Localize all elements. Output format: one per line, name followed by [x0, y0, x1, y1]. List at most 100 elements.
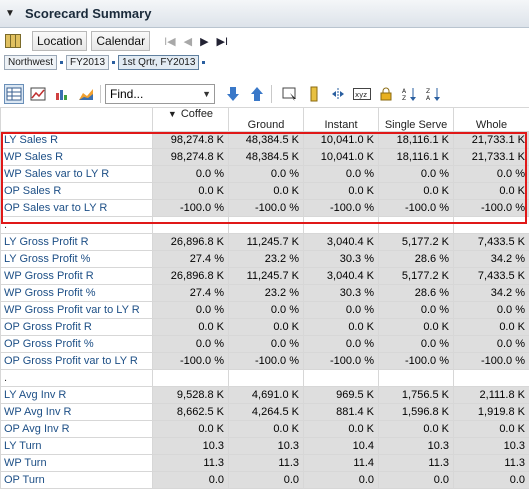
row-label[interactable]: LY Avg Inv R: [0, 386, 153, 404]
table-cell[interactable]: 0.0 K: [378, 420, 454, 438]
column-header-ground[interactable]: Ground: [228, 107, 304, 132]
table-cell[interactable]: 4,691.0 K: [228, 386, 304, 404]
row-label[interactable]: OP Turn: [0, 471, 153, 489]
table-cell[interactable]: 26,896.8 K: [152, 233, 229, 251]
row-label[interactable]: OP Gross Profit R: [0, 318, 153, 336]
column-header-coffee[interactable]: ▼ Coffee: [152, 107, 229, 132]
table-cell[interactable]: 28.6 %: [378, 250, 454, 268]
table-cell[interactable]: 11.4: [303, 454, 379, 472]
table-cell[interactable]: 27.4 %: [152, 284, 229, 302]
table-cell[interactable]: 0.0 %: [303, 335, 379, 353]
line-chart-icon[interactable]: [28, 84, 48, 104]
row-label[interactable]: WP Gross Profit %: [0, 284, 153, 302]
table-cell[interactable]: 969.5 K: [303, 386, 379, 404]
table-cell[interactable]: 23.2 %: [228, 284, 304, 302]
table-cell[interactable]: 0.0: [152, 471, 229, 489]
table-cell[interactable]: 10.3: [228, 437, 304, 455]
table-cell[interactable]: 0.0 K: [152, 318, 229, 336]
collapse-chevron-icon[interactable]: ▼: [168, 109, 177, 119]
table-cell[interactable]: -100.0 %: [378, 352, 454, 370]
table-cell[interactable]: -100.0 %: [152, 352, 229, 370]
table-cell[interactable]: 0.0: [453, 471, 529, 489]
breadcrumb-item-year[interactable]: FY2013: [66, 55, 110, 70]
row-label[interactable]: OP Gross Profit %: [0, 335, 153, 353]
lock-icon[interactable]: [376, 84, 396, 104]
find-input[interactable]: Find... ▼: [105, 84, 215, 104]
table-cell[interactable]: 0.0 %: [378, 335, 454, 353]
arrow-down-icon[interactable]: [223, 84, 243, 104]
table-cell[interactable]: 0.0 K: [228, 318, 304, 336]
table-cell[interactable]: 28.6 %: [378, 284, 454, 302]
table-cell[interactable]: 0.0 K: [378, 318, 454, 336]
table-cell[interactable]: 881.4 K: [303, 403, 379, 421]
table-cell[interactable]: 30.3 %: [303, 250, 379, 268]
first-page-icon[interactable]: I◀: [164, 35, 176, 48]
table-cell[interactable]: 0.0 %: [228, 301, 304, 319]
table-cell[interactable]: 4,264.5 K: [228, 403, 304, 421]
table-cell[interactable]: 34.2 %: [453, 284, 529, 302]
table-cell[interactable]: 0.0 %: [453, 301, 529, 319]
table-cell[interactable]: 0.0: [303, 471, 379, 489]
table-cell[interactable]: 0.0 %: [303, 301, 379, 319]
column-header-whole[interactable]: Whole: [453, 107, 529, 132]
table-cell[interactable]: 1,919.8 K: [453, 403, 529, 421]
table-cell[interactable]: 34.2 %: [453, 250, 529, 268]
sort-ascending-icon[interactable]: AZ: [400, 84, 420, 104]
table-cell[interactable]: 10.3: [378, 437, 454, 455]
row-label[interactable]: LY Turn: [0, 437, 153, 455]
row-label[interactable]: WP Avg Inv R: [0, 403, 153, 421]
table-cell[interactable]: 26,896.8 K: [152, 267, 229, 285]
bar-chart-icon[interactable]: [52, 84, 72, 104]
table-cell[interactable]: 0.0 K: [228, 420, 304, 438]
table-cell[interactable]: 0.0 K: [453, 420, 529, 438]
table-cell[interactable]: 0.0 K: [303, 420, 379, 438]
chevron-down-icon[interactable]: ▼: [202, 89, 214, 99]
table-cell[interactable]: 0.0 K: [453, 318, 529, 336]
table-cell[interactable]: 0.0: [378, 471, 454, 489]
table-cell[interactable]: 3,040.4 K: [303, 233, 379, 251]
collapse-chevron-icon[interactable]: ▼: [5, 8, 21, 19]
calendar-button[interactable]: Calendar: [91, 31, 151, 51]
row-label[interactable]: WP Gross Profit R: [0, 267, 153, 285]
column-header-instant[interactable]: Instant: [303, 107, 379, 132]
breadcrumb-item-location[interactable]: Northwest: [4, 55, 58, 70]
arrow-up-icon[interactable]: [247, 84, 267, 104]
last-page-icon[interactable]: ▶I: [217, 35, 229, 48]
location-button[interactable]: Location: [32, 31, 88, 51]
table-cell[interactable]: 0.0 %: [228, 335, 304, 353]
previous-page-icon[interactable]: ◀: [184, 35, 192, 48]
row-label[interactable]: OP Avg Inv R: [0, 420, 153, 438]
table-cell[interactable]: 0.0: [228, 471, 304, 489]
breadcrumb-item-quarter[interactable]: 1st Qrtr, FY2013: [118, 55, 200, 70]
table-cell[interactable]: 11.3: [228, 454, 304, 472]
ruler-icon[interactable]: [304, 84, 324, 104]
xyz-icon[interactable]: xyz: [352, 84, 372, 104]
table-cell[interactable]: 2,111.8 K: [453, 386, 529, 404]
table-cell[interactable]: 10.3: [152, 437, 229, 455]
table-cell[interactable]: -100.0 %: [228, 352, 304, 370]
table-cell[interactable]: 27.4 %: [152, 250, 229, 268]
table-cell[interactable]: 5,177.2 K: [378, 267, 454, 285]
table-cell[interactable]: 10.3: [453, 437, 529, 455]
select-cell-icon[interactable]: [280, 84, 300, 104]
row-label[interactable]: LY Gross Profit R: [0, 233, 153, 251]
table-cell[interactable]: 1,756.5 K: [378, 386, 454, 404]
row-label[interactable]: OP Gross Profit var to LY R: [0, 352, 153, 370]
grid-view-icon[interactable]: [5, 34, 21, 48]
row-label[interactable]: LY Gross Profit %: [0, 250, 153, 268]
table-cell[interactable]: 23.2 %: [228, 250, 304, 268]
table-cell[interactable]: 8,662.5 K: [152, 403, 229, 421]
table-cell[interactable]: 3,040.4 K: [303, 267, 379, 285]
next-page-icon[interactable]: ▶: [200, 35, 208, 48]
table-cell[interactable]: -100.0 %: [453, 352, 529, 370]
table-cell[interactable]: 9,528.8 K: [152, 386, 229, 404]
table-cell[interactable]: 10.4: [303, 437, 379, 455]
row-label[interactable]: WP Gross Profit var to LY R: [0, 301, 153, 319]
table-cell[interactable]: 0.0 %: [152, 301, 229, 319]
sort-descending-icon[interactable]: ZA: [424, 84, 444, 104]
table-cell[interactable]: 0.0 K: [303, 318, 379, 336]
table-cell[interactable]: 11,245.7 K: [228, 267, 304, 285]
table-cell[interactable]: -100.0 %: [303, 352, 379, 370]
table-cell[interactable]: 30.3 %: [303, 284, 379, 302]
table-cell[interactable]: 0.0 %: [453, 335, 529, 353]
